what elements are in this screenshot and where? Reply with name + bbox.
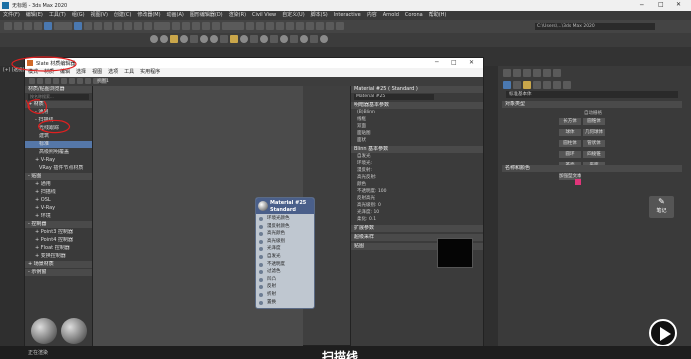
- video-subtitle: 扫描线: [322, 350, 359, 359]
- annotation-title-circle: [11, 56, 77, 72]
- annotation-overlay: [11, 56, 77, 134]
- render-status: 正在渲染: [28, 350, 49, 356]
- annotation-scanline-circle: [38, 119, 70, 134]
- annotation-material-circle: [27, 99, 48, 114]
